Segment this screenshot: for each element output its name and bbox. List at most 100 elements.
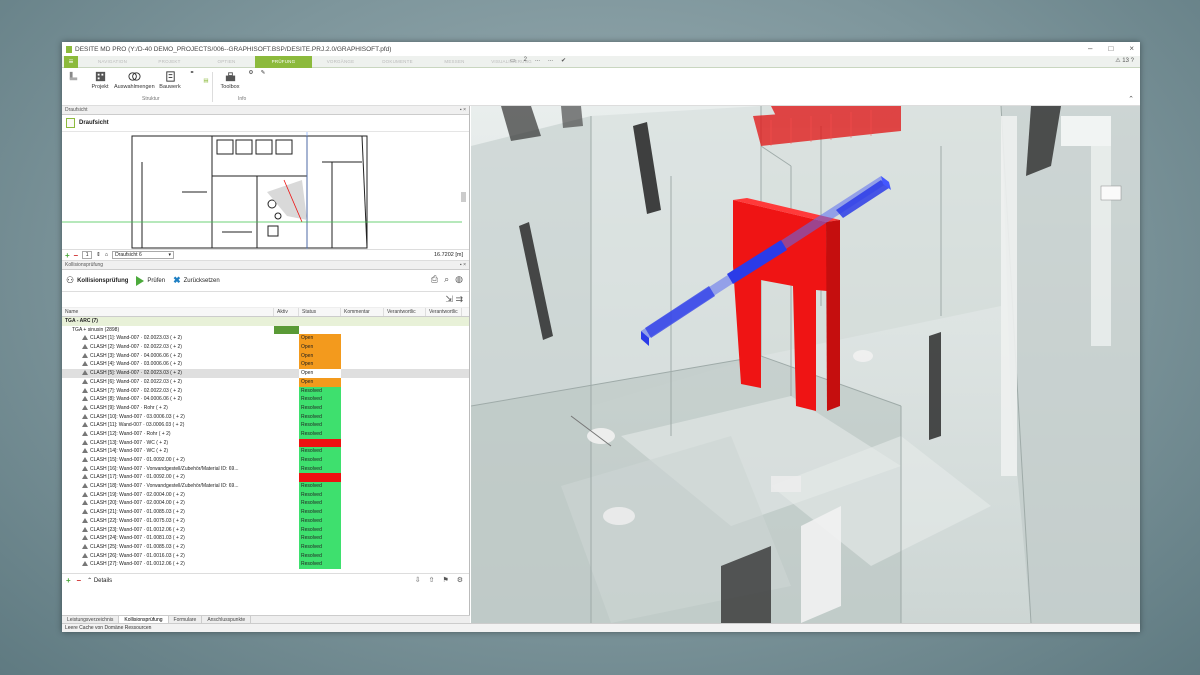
details-button[interactable]: ⌃ Details [87, 577, 112, 584]
import-icon[interactable]: ⇩ [415, 576, 421, 584]
col-status[interactable]: Status [299, 308, 341, 316]
pruefen-button[interactable]: Prüfen [136, 275, 165, 286]
status-cell[interactable]: Open [299, 369, 341, 378]
globe-icon[interactable]: ◍ [455, 274, 463, 285]
kollisionspruefung-button[interactable]: ⚇ Kollisionsprüfung [66, 275, 128, 286]
clash-row[interactable]: CLASH [14]: Wand-007 · WC ( + 2) Resolved [62, 447, 469, 456]
clash-row[interactable]: CLASH [2]: Wand-007 · 02.0022.03 ( + 2) O… [62, 343, 469, 352]
tab-vorgaenge[interactable]: VORGÄNGE [312, 59, 369, 64]
clash-row[interactable]: CLASH [10]: Wand-007 · 03.0006.03 ( + 2)… [62, 412, 469, 422]
settings-icon[interactable]: ⚙ [457, 576, 463, 584]
clash-row[interactable]: CLASH [27]: Wand-007 · 01.0012.06 ( + 2)… [62, 560, 469, 569]
status-cell[interactable] [299, 317, 341, 326]
clash-row[interactable]: CLASH [15]: Wand-007 · 01.0092.00 ( + 2)… [62, 456, 469, 465]
status-cell[interactable]: Open [299, 351, 341, 361]
status-cell[interactable]: Resolved [299, 534, 341, 543]
pin-icon[interactable]: ▪ × [460, 106, 466, 115]
clash-subgroup-row[interactable]: TGA + sinusin (2898) [62, 326, 469, 335]
auswahlmengen-button[interactable]: Auswahlmengen [114, 70, 155, 90]
status-cell[interactable]: Resolved [299, 456, 341, 465]
clash-row[interactable]: CLASH [19]: Wand-007 · 02.0004.00 ( + 2)… [62, 490, 469, 500]
export-icon[interactable]: ⇲ ⇉ [445, 294, 463, 305]
status-cell[interactable]: Open [299, 343, 341, 352]
floor-plan-view[interactable] [62, 132, 469, 250]
add-icon[interactable]: + [66, 576, 71, 585]
clash-row[interactable]: CLASH [1]: Wand-007 · 02.0023.03 ( + 2) O… [62, 334, 469, 344]
quick-access-1[interactable]: ... [535, 57, 540, 64]
clash-row[interactable]: CLASH [12]: Wand-007 · Rohr ( + 2) Resolv… [62, 429, 469, 439]
status-cell[interactable]: Open [299, 360, 341, 370]
tab-messen[interactable]: MESSEN [426, 59, 483, 64]
col-name[interactable]: Name [62, 308, 274, 316]
col-verantwortlich-1[interactable]: Verantwortlic [384, 308, 426, 316]
collapse-ribbon-icon[interactable]: ⌃ [1128, 95, 1134, 103]
tab-anschlusspunkte[interactable]: Anschlusspunkte [202, 616, 252, 623]
minimize-icon[interactable]: – [1088, 44, 1092, 53]
zuruecksetzen-button[interactable]: ✖ Zurücksetzen [173, 275, 220, 286]
status-cell[interactable]: Resolved [299, 542, 341, 552]
clash-row[interactable]: CLASH [20]: Wand-007 · 02.0004.00 ( + 2)… [62, 499, 469, 509]
tab-navigation[interactable]: NAVIGATION [84, 59, 141, 64]
status-cell[interactable]: Resolved [299, 525, 341, 535]
layer-icon[interactable]: ⌂ [105, 252, 108, 258]
monitor-icon[interactable]: ▭ [510, 57, 516, 64]
status-cell[interactable]: Resolved [299, 464, 341, 474]
clash-row[interactable]: CLASH [9]: Wand-007 · Rohr ( + 2) Resolve… [62, 403, 469, 413]
clash-row[interactable]: CLASH [8]: Wand-007 · 04.0006.06 ( + 2) R… [62, 395, 469, 404]
add-icon[interactable]: + [65, 251, 70, 260]
status-cell[interactable]: Resolved [299, 429, 341, 439]
stepper-icon[interactable]: ⇕ [96, 252, 101, 258]
search-report-icon[interactable]: ⌕ [444, 274, 449, 285]
status-cell[interactable]: Resolved [299, 499, 341, 509]
clash-row[interactable]: CLASH [22]: Wand-007 · 01.0075.03 ( + 2)… [62, 516, 469, 526]
link-icon[interactable]: ⚭ [186, 70, 198, 76]
clash-row[interactable]: CLASH [24]: Wand-007 · 01.0081.03 ( + 2)… [62, 534, 469, 543]
status-cell[interactable] [299, 438, 341, 448]
status-cell[interactable]: Resolved [299, 403, 341, 413]
clash-row[interactable]: CLASH [25]: Wand-007 · 01.0085.03 ( + 2)… [62, 542, 469, 552]
tab-projekt[interactable]: PROJEKT [141, 59, 198, 64]
col-aktiv[interactable]: Aktiv [274, 308, 299, 316]
tab-leistungsverzeichnis[interactable]: Leistungsverzeichnis [62, 616, 120, 623]
help-icon[interactable]: ? [1131, 58, 1134, 64]
clash-row[interactable]: CLASH [26]: Wand-007 · 01.0016.03 ( + 2)… [62, 551, 469, 561]
tab-optien[interactable]: OPTIEN [198, 59, 255, 64]
clash-group-row[interactable]: TGA - ARC (7) [62, 317, 469, 326]
status-cell[interactable]: Open [299, 334, 341, 344]
clash-row[interactable]: CLASH [3]: Wand-007 · 04.0006.06 ( + 2) O… [62, 351, 469, 361]
tab-kollisionspruefung[interactable]: Kollisionsprüfung [119, 616, 169, 623]
clash-row[interactable]: CLASH [16]: Wand-007 · Vorwandgestell/Zu… [62, 464, 469, 474]
settings-icon[interactable]: ⚙ [246, 70, 256, 76]
remove-icon[interactable]: – [77, 576, 81, 585]
status-cell[interactable]: Resolved [299, 386, 341, 396]
tab-dokumente[interactable]: DOKUMENTE [369, 59, 426, 64]
clash-row[interactable]: CLASH [13]: Wand-007 · WC ( + 2) [62, 438, 469, 448]
clash-row[interactable]: CLASH [4]: Wand-007 · 03.0006.06 ( + 2) O… [62, 360, 469, 370]
status-cell[interactable]: Resolved [299, 516, 341, 526]
print-icon[interactable]: ⎙ [431, 274, 438, 285]
clash-row[interactable]: CLASH [18]: Wand-007 · Vorwandgestell/Zu… [62, 482, 469, 491]
toolbox-button[interactable]: Toolbox [216, 70, 244, 90]
tools-icon[interactable]: ✎ [258, 70, 268, 76]
status-cell[interactable]: Resolved [299, 551, 341, 561]
bauwerk-button[interactable]: Bauwerk [156, 70, 184, 90]
view-select[interactable]: Draufsicht 6 [112, 251, 175, 259]
3d-viewport[interactable] [471, 106, 1140, 623]
status-cell[interactable]: Resolved [299, 421, 341, 430]
status-cell[interactable]: Resolved [299, 395, 341, 404]
chair-icon[interactable] [66, 70, 80, 84]
status-cell[interactable]: Resolved [299, 560, 341, 569]
tab-formulare[interactable]: Formulare [169, 616, 203, 623]
col-kommentar[interactable]: Kommentar [341, 308, 384, 316]
clash-row[interactable]: CLASH [7]: Wand-007 · 02.0022.03 ( + 2) R… [62, 386, 469, 396]
clash-row[interactable]: CLASH [6]: Wand-007 · 02.0022.03 ( + 2) O… [62, 377, 469, 387]
aktiv-cell[interactable] [274, 326, 299, 335]
clash-row[interactable]: CLASH [17]: Wand-007 · 01.0092.00 ( + 2) [62, 473, 469, 483]
check-icon[interactable]: ✔ [561, 57, 566, 64]
warning-icon[interactable]: ⚠ [1115, 58, 1120, 64]
tab-pruefung[interactable]: PRÜFUNG [255, 55, 312, 68]
layers-count[interactable]: 2 [524, 57, 527, 64]
maximize-icon[interactable]: □ [1108, 44, 1113, 53]
col-verantwortlich-2[interactable]: Verantwortlic [426, 308, 462, 316]
clash-row[interactable]: CLASH [21]: Wand-007 · 01.0085.03 ( + 2)… [62, 508, 469, 517]
